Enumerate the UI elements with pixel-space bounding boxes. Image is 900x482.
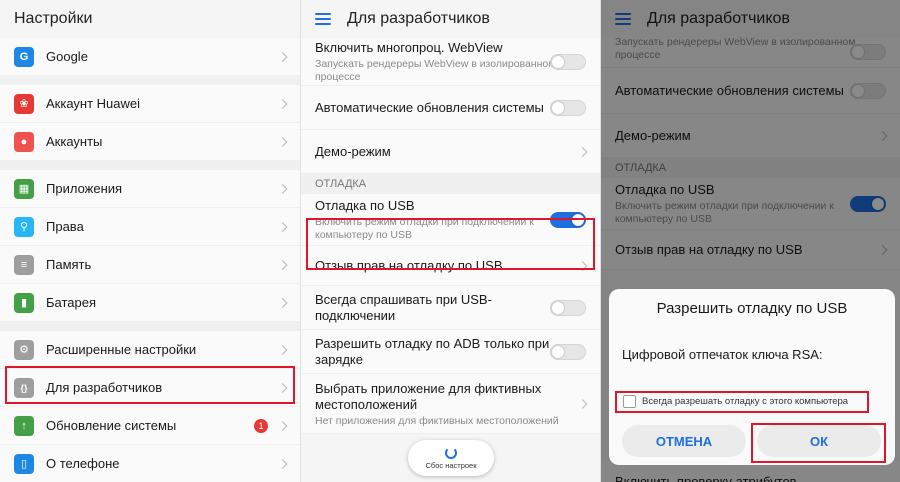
chevron-right-icon [277,344,288,355]
ok-button[interactable]: ОК [757,425,881,457]
row-title: Разрешить отладку по ADB только при заря… [315,335,550,367]
settings-item-permissions[interactable]: ⚲ Права [0,208,300,246]
page-title: Для разработчиков [347,10,490,27]
settings-item-label: Батарея [46,295,97,310]
adb-charging-only-toggle[interactable] [550,343,586,360]
row-title: Выбрать приложение для фиктивных местопо… [315,381,542,412]
chevron-right-icon [277,420,288,431]
reset-settings-button[interactable]: Сбос настроек [408,440,494,476]
settings-item-label: Для разработчиков [46,380,163,395]
gear-icon: ⚙ [14,339,34,360]
key-icon: ⚲ [14,216,34,237]
menu-icon[interactable] [315,13,331,25]
phone-icon: ▯ [14,453,34,474]
row-title: Отладка по USB [315,197,415,213]
mock-location-app-row[interactable]: Выбрать приложение для фиктивных местопо… [301,374,600,434]
settings-item-label: Расширенные настройки [46,342,197,357]
rsa-fingerprint-label: Цифровой отпечаток ключа RSA: [622,347,823,362]
settings-item-battery[interactable]: ▮ Батарея [0,284,300,322]
settings-item-label: Аккаунт Huawei [46,96,141,111]
usb-debugging-row[interactable]: Отладка по USB Включить режим отладки при… [301,194,600,246]
row-title: Включить многопроц. WebView [315,39,503,55]
section-header: ОТЛАДКА [301,174,600,194]
settings-item-accounts[interactable]: ● Аккаунты [0,123,300,161]
huawei-icon: ❀ [14,93,34,114]
settings-item-developer[interactable]: {} Для разработчиков [0,369,300,407]
chevron-right-icon [577,146,588,157]
settings-item-label: Приложения [46,181,123,196]
reset-settings-label: Сбос настроек [425,460,477,470]
always-allow-label: Всегда разрешать отладку с этого компьют… [642,396,849,407]
chevron-right-icon [277,297,288,308]
row-subtitle: Включить режим отладки при подключении к… [315,215,534,241]
chevron-right-icon [277,259,288,270]
chevron-right-icon [277,136,288,147]
divider [0,161,300,170]
revoke-usb-debugging-row[interactable]: Отзыв прав на отладку по USB [301,246,600,286]
account-group: ❀ Аккаунт Huawei ● Аккаунты [0,85,300,161]
usb-debugging-dialog: Разрешить отладку по USB Цифровой отпеча… [609,289,895,465]
chevron-right-icon [577,398,588,409]
chevron-right-icon [577,260,588,271]
memory-icon: ≡ [14,254,34,275]
accounts-group: G Google [0,38,300,76]
multiprocess-webview-toggle[interactable] [550,53,586,70]
chevron-right-icon [277,51,288,62]
usb-connection-prompt-toggle[interactable] [550,299,586,316]
update-icon: ↑ [14,415,34,436]
settings-item-memory[interactable]: ≡ Память [0,246,300,284]
settings-item-label: О телефоне [46,456,120,471]
row-title: Демо-режим [315,143,391,159]
google-icon: G [14,46,34,67]
settings-header: Настройки [0,0,300,38]
divider [0,76,300,85]
refresh-icon [445,446,457,459]
auto-system-updates-row[interactable]: Автоматические обновления системы [301,86,600,130]
row-title: Автоматические обновления системы [315,99,544,115]
device-group: ▦ Приложения ⚲ Права ≡ Память ▮ Батарея [0,170,300,322]
chevron-right-icon [277,183,288,194]
adb-charging-only-row[interactable]: Разрешить отладку по ADB только при заря… [301,330,600,374]
row-title: Всегда спрашивать при USB-подключении [315,291,492,323]
settings-item-google[interactable]: G Google [0,38,300,76]
chevron-right-icon [277,382,288,393]
settings-item-advanced[interactable]: ⚙ Расширенные настройки [0,331,300,369]
battery-icon: ▮ [14,292,34,313]
always-allow-checkbox[interactable] [623,395,636,408]
usb-connection-prompt-row[interactable]: Всегда спрашивать при USB-подключении [301,286,600,330]
settings-item-label: Обновление системы [46,418,177,433]
apps-icon: ▦ [14,178,34,199]
auto-system-updates-toggle[interactable] [550,99,586,116]
chevron-right-icon [277,98,288,109]
multiprocess-webview-row[interactable]: Включить многопроц. WebView Запускать рен… [301,38,600,86]
chevron-right-icon [277,458,288,469]
demo-mode-row[interactable]: Демо-режим [301,130,600,174]
dialog-title: Разрешить отладку по USB [656,300,848,317]
chevron-right-icon [277,221,288,232]
always-allow-checkbox-row[interactable]: Всегда разрешать отладку с этого компьют… [623,395,848,408]
row-subtitle: Нет приложения для фиктивных местоположе… [315,415,559,427]
settings-item-apps[interactable]: ▦ Приложения [0,170,300,208]
developer-header: Для разработчиков [301,0,600,38]
system-group: ⚙ Расширенные настройки {} Для разработч… [0,331,300,482]
settings-panel: Настройки G Google ❀ Аккаунт Huawei ● Ак… [0,0,300,482]
divider [0,322,300,331]
settings-item-system-update[interactable]: ↑ Обновление системы 1 [0,407,300,445]
row-subtitle: Запускать рендереры WebView в изолирован… [315,57,556,83]
row-title: Отзыв прав на отладку по USB [315,257,503,273]
usb-debugging-dialog-panel: Для разработчиков Запускать рендереры We… [600,0,900,482]
settings-item-label: Google [46,49,88,64]
settings-item-about-phone[interactable]: ▯ О телефоне [0,445,300,482]
accounts-icon: ● [14,131,34,152]
notification-badge: 1 [254,418,268,433]
settings-item-label: Права [46,219,84,234]
page-title: Настройки [14,10,93,27]
settings-item-huawei-account[interactable]: ❀ Аккаунт Huawei [0,85,300,123]
settings-item-label: Память [46,257,92,272]
settings-item-label: Аккаунты [46,134,103,149]
cancel-button[interactable]: ОТМЕНА [622,425,746,457]
developer-icon: {} [14,377,34,398]
usb-debugging-toggle[interactable] [550,211,586,228]
developer-options-panel: Для разработчиков Включить многопроц. We… [300,0,600,482]
